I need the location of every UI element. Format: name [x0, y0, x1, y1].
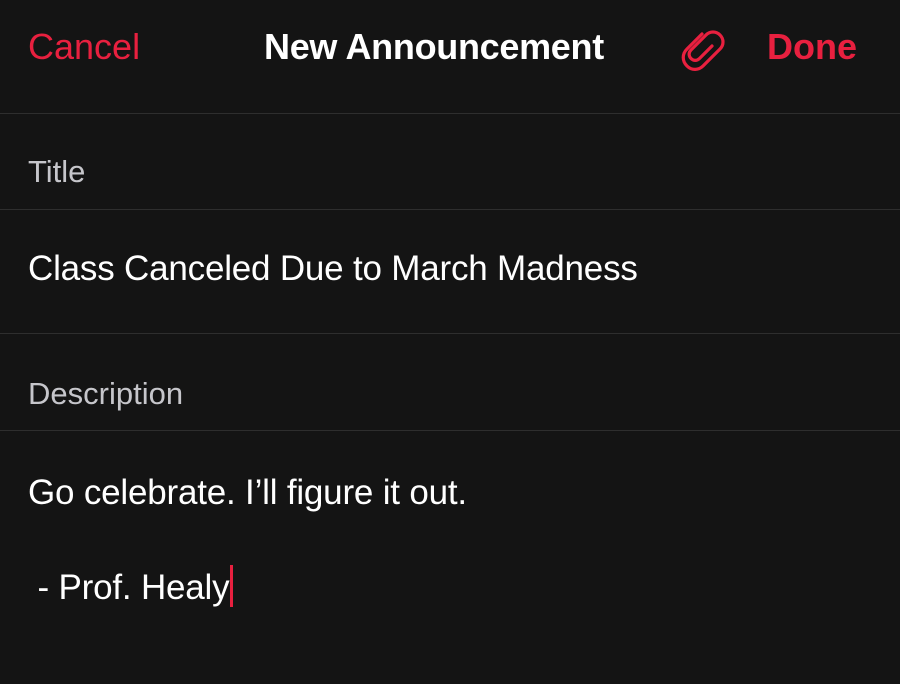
title-field[interactable]: Class Canceled Due to March Madness [0, 210, 900, 334]
title-section-header: Title [0, 114, 900, 210]
title-input-value[interactable]: Class Canceled Due to March Madness [28, 249, 638, 289]
done-button[interactable]: Done [767, 26, 857, 68]
paperclip-icon[interactable] [676, 24, 726, 72]
description-line[interactable]: - Prof. Healy [28, 565, 234, 608]
description-line[interactable]: Go celebrate. I’ll figure it out. [28, 473, 467, 513]
description-label: Description [28, 376, 184, 411]
navigation-bar: Cancel New Announcement Done [0, 0, 900, 114]
cancel-button[interactable]: Cancel [28, 26, 140, 68]
description-text[interactable]: Go celebrate. I’ll figure it out. [28, 473, 467, 512]
description-text[interactable]: - Prof. Healy [28, 568, 230, 607]
title-label: Title [28, 154, 86, 189]
description-field[interactable]: Go celebrate. I’ll figure it out. - Prof… [0, 431, 900, 684]
text-cursor [230, 565, 234, 607]
description-section-header: Description [0, 334, 900, 431]
page-title: New Announcement [264, 26, 604, 67]
